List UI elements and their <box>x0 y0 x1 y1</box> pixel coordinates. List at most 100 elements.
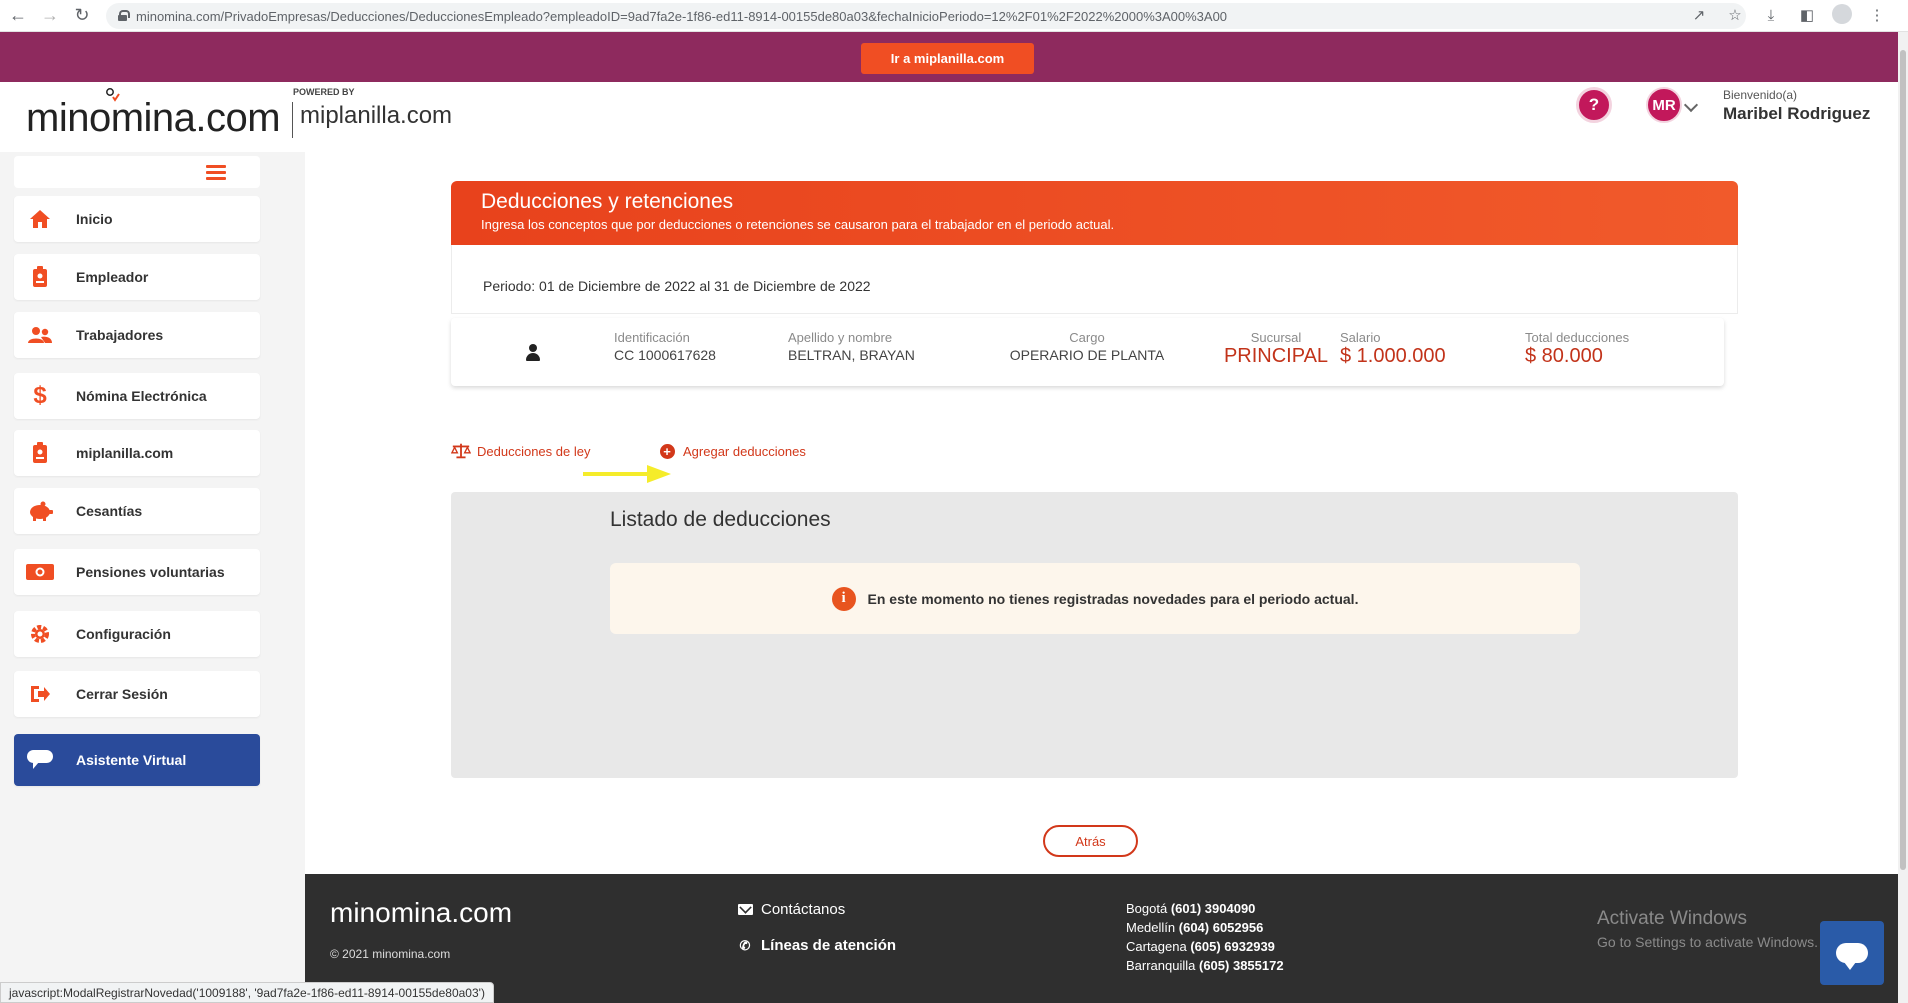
total-deductions-value: $ 80.000 <box>1525 345 1603 367</box>
deductions-list-panel: Listado de deducciones i En este momento… <box>451 492 1738 778</box>
gear-icon <box>26 620 54 648</box>
go-miplanilla-button[interactable]: Ir a miplanilla.com <box>861 43 1034 74</box>
person-icon <box>526 344 540 362</box>
star-icon[interactable]: ☆ <box>1724 4 1746 26</box>
avatar[interactable]: MR <box>1646 87 1682 123</box>
service-lines-label: Líneas de atención <box>761 937 897 954</box>
add-deductions-link[interactable]: + Agregar deducciones <box>657 442 806 460</box>
piggy-bank-icon <box>26 497 54 525</box>
help-icon[interactable]: ? <box>1576 87 1612 123</box>
employee-role-value: OPERARIO DE PLANTA <box>1009 347 1165 363</box>
employee-id-label: Identificación <box>614 330 690 345</box>
logout-icon <box>26 680 54 708</box>
deductions-list-title: Listado de deducciones <box>610 508 831 531</box>
logo-divider <box>292 102 293 138</box>
employee-total-field: Total deducciones $ 80.000 <box>1525 330 1629 368</box>
employee-id-field: Identificación CC 1000617628 <box>614 330 716 363</box>
legal-deductions-link[interactable]: Deducciones de ley <box>451 442 590 460</box>
sidebar-toggle[interactable] <box>14 156 260 188</box>
miplanilla-logo[interactable]: miplanilla.com <box>300 102 452 130</box>
plus-circle-icon: + <box>657 442 677 460</box>
hamburger-icon[interactable] <box>206 165 226 180</box>
footer-copyright: © 2021 minomina.com <box>330 947 451 961</box>
add-deductions-label: Agregar deducciones <box>683 443 806 459</box>
logo-person-icon <box>106 88 120 102</box>
dollar-icon: $ <box>33 382 47 409</box>
phone-list: Bogotá (601) 3904090 Medellín (604) 6052… <box>1126 899 1284 975</box>
sidebar-item-label: Configuración <box>76 626 171 642</box>
chat-icon <box>26 746 54 774</box>
activate-windows-watermark: Activate Windows Go to Settings to activ… <box>1597 908 1818 950</box>
activate-subtitle: Go to Settings to activate Windows. <box>1597 934 1818 950</box>
arrow-annotation-icon <box>583 465 671 483</box>
menu-dots-icon[interactable]: ⋮ <box>1866 4 1888 26</box>
reload-icon[interactable]: ↻ <box>68 2 96 30</box>
sidebar-item-asistente-virtual[interactable]: Asistente Virtual <box>14 734 260 786</box>
sidebar-item-miplanilla[interactable]: miplanilla.com <box>14 430 260 476</box>
sidebar-item-label: Trabajadores <box>76 327 164 343</box>
envelope-icon <box>737 903 753 917</box>
phone-cartagena: Cartagena (605) 6932939 <box>1126 939 1275 954</box>
browser-toolbar: ← → ↻ minomina.com/PrivadoEmpresas/Deduc… <box>0 0 1908 32</box>
welcome-label: Bienvenido(a) <box>1723 88 1798 102</box>
service-lines-link[interactable]: ✆ Líneas de atención <box>737 937 897 954</box>
employee-branch-label: Sucursal <box>1250 330 1302 345</box>
sidebar-item-cesantias[interactable]: Cesantías <box>14 488 260 534</box>
download-icon[interactable]: ⤓ <box>1760 4 1782 26</box>
employee-branch-field: Sucursal PRINCIPAL <box>1196 330 1356 368</box>
employee-name-field: Apellido y nombre BELTRAN, BRAYAN <box>788 330 915 363</box>
sidebar-item-cerrar-sesion[interactable]: Cerrar Sesión <box>14 671 260 717</box>
contact-label: Contáctanos <box>761 901 846 918</box>
browser-status-bar: javascript:ModalRegistrarNovedad('100918… <box>0 982 494 1003</box>
sidebar-item-label: Pensiones voluntarias <box>76 564 225 580</box>
badge-icon <box>26 263 54 291</box>
footer: minomina.com © 2021 minomina.com Contáct… <box>305 874 1898 1003</box>
site-header: minomina.com POWERED BY miplanilla.com ?… <box>0 82 1898 152</box>
minomina-logo[interactable]: minomina.com <box>26 96 281 141</box>
period-box: Periodo: 01 de Diciembre de 2022 al 31 d… <box>451 245 1738 314</box>
chat-icon <box>1836 943 1868 970</box>
scrollbar-thumb[interactable] <box>1900 50 1906 870</box>
sidebar-item-label: Empleador <box>76 269 149 285</box>
page-subtitle: Ingresa los conceptos que por deduccione… <box>481 217 1115 232</box>
share-icon[interactable]: ↗ <box>1688 4 1710 26</box>
powered-by-label: POWERED BY <box>293 87 355 97</box>
sidebar-item-label: Inicio <box>76 211 113 227</box>
footer-logo[interactable]: minomina.com <box>330 897 512 929</box>
url-text: minomina.com/PrivadoEmpresas/Deducciones… <box>136 8 1228 24</box>
phone-barranquilla: Barranquilla (605) 3855172 <box>1126 958 1284 973</box>
period-text: Periodo: 01 de Diciembre de 2022 al 31 d… <box>483 278 871 294</box>
sidepanel-icon[interactable]: ◧ <box>1796 4 1818 26</box>
employee-name-label: Apellido y nombre <box>788 330 893 345</box>
sidebar-item-label: Cesantías <box>76 503 143 519</box>
sidebar-item-configuracion[interactable]: Configuración <box>14 611 260 657</box>
home-icon <box>26 205 54 233</box>
forward-arrow-icon[interactable]: → <box>36 2 64 30</box>
sidebar-item-label: miplanilla.com <box>76 445 174 461</box>
employee-card: Identificación CC 1000617628 Apellido y … <box>451 318 1724 386</box>
employee-branch-value: PRINCIPAL <box>1223 345 1329 367</box>
promo-bar: Ir a miplanilla.com <box>0 32 1898 82</box>
sidebar-item-inicio[interactable]: Inicio <box>14 196 260 242</box>
phone-medellin: Medellín (604) 6052956 <box>1126 920 1264 935</box>
address-bar[interactable]: minomina.com/PrivadoEmpresas/Deducciones… <box>106 3 1746 29</box>
badge-icon <box>26 439 54 467</box>
contact-link[interactable]: Contáctanos <box>737 901 845 918</box>
chat-widget-button[interactable] <box>1820 921 1884 985</box>
employee-role-label: Cargo <box>1069 330 1105 345</box>
employee-salary-field: Salario $ 1.000.000 <box>1340 330 1446 368</box>
back-button[interactable]: Atrás <box>1043 825 1138 857</box>
page-title: Deducciones y retenciones <box>481 190 734 213</box>
profile-icon[interactable] <box>1832 4 1852 24</box>
sidebar-item-empleador[interactable]: Empleador <box>14 254 260 300</box>
back-arrow-icon[interactable]: ← <box>4 2 32 30</box>
page-title-banner: Deducciones y retenciones Ingresa los co… <box>451 181 1738 245</box>
chevron-down-icon[interactable] <box>1683 97 1699 113</box>
total-deductions-label: Total deducciones <box>1525 330 1630 345</box>
lock-icon <box>118 10 130 21</box>
legal-deductions-label: Deducciones de ley <box>477 443 591 459</box>
sidebar-item-nomina-electronica[interactable]: $ Nómina Electrónica <box>14 373 260 419</box>
sidebar-item-pensiones[interactable]: Pensiones voluntarias <box>14 549 260 595</box>
sidebar-item-trabajadores[interactable]: Trabajadores <box>14 312 260 358</box>
phone-bogota: Bogotá (601) 3904090 <box>1126 901 1256 916</box>
